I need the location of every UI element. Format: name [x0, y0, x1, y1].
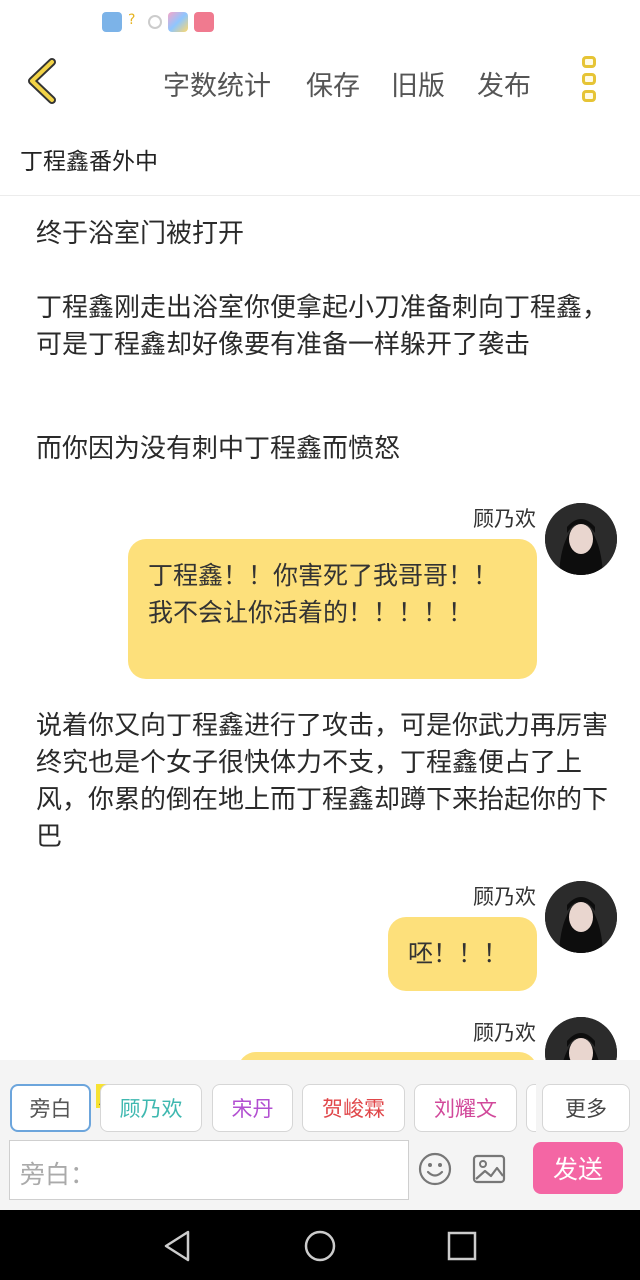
send-button[interactable]: 发送 [533, 1142, 623, 1194]
role-chip-narration[interactable]: 旁白 [10, 1084, 91, 1132]
nav-recents-icon[interactable] [444, 1228, 480, 1264]
avatar[interactable] [545, 1017, 617, 1060]
narration-paragraph[interactable]: 终于浴室门被打开 [36, 216, 616, 253]
nav-home-icon[interactable] [302, 1228, 338, 1264]
role-chip-label: 旁白 [29, 1097, 72, 1121]
role-chip-song-dan[interactable]: 宋丹 [212, 1084, 293, 1132]
system-navigation-bar [0, 1210, 640, 1280]
speaker-name: 顾乃欢 [473, 507, 536, 531]
role-chip-he-junlin[interactable]: 贺峻霖 [302, 1084, 405, 1132]
story-title-bar[interactable]: 丁程鑫番外中 [0, 124, 640, 196]
narration-paragraph[interactable]: 丁程鑫刚走出浴室你便拿起小刀准备刺向丁程鑫，可是丁程鑫却好像要有准备一样躲开了袭… [36, 290, 616, 364]
avatar[interactable] [545, 881, 617, 953]
back-chevron-icon[interactable] [22, 56, 66, 106]
save-button[interactable]: 保存 [306, 64, 360, 103]
speaker-name: 顾乃欢 [473, 1021, 536, 1045]
publish-button[interactable]: 发布 [477, 64, 531, 103]
role-chip-liu-yaowen[interactable]: 刘耀文 [414, 1084, 517, 1132]
word-count-button[interactable]: 字数统计 [163, 64, 271, 103]
message-input[interactable]: 旁白： [9, 1140, 409, 1200]
speaker-name: 顾乃欢 [473, 885, 536, 909]
avatar[interactable] [545, 503, 617, 575]
shield-app-icon [102, 12, 122, 32]
story-content[interactable]: 终于浴室门被打开 丁程鑫刚走出浴室你便拿起小刀准备刺向丁程鑫，可是丁程鑫却好像要… [0, 196, 640, 1060]
status-bar: ? [0, 0, 640, 44]
tip-icon: ? [128, 12, 136, 28]
message-input-placeholder: 旁白： [20, 1160, 96, 1189]
heart-app-icon [194, 12, 214, 32]
composer-panel: 旁白 主 顾乃欢 宋丹 贺峻霖 刘耀文 更多 旁白： 发送 [0, 1060, 640, 1210]
role-chip-partial[interactable] [526, 1084, 536, 1132]
image-icon[interactable] [472, 1154, 506, 1184]
old-version-button[interactable]: 旧版 [391, 64, 445, 103]
role-chip-label: 顾乃欢 [119, 1097, 183, 1121]
narration-paragraph[interactable]: 而你因为没有刺中丁程鑫而愤怒 [36, 431, 616, 468]
more-roles-button[interactable]: 更多 [542, 1084, 630, 1132]
narration-paragraph[interactable]: 说着你又向丁程鑫进行了攻击，可是你武力再厉害终究也是个女子很快体力不支，丁程鑫便… [36, 708, 616, 856]
emoji-icon[interactable] [418, 1152, 452, 1186]
role-chip-label: 刘耀文 [434, 1097, 497, 1121]
more-options-icon[interactable] [578, 56, 600, 106]
story-title: 丁程鑫番外中 [20, 149, 158, 175]
role-chip-label: 宋丹 [231, 1097, 274, 1121]
role-chip-label: 贺峻霖 [322, 1097, 385, 1121]
role-chip-gu-naihuan[interactable]: 顾乃欢 [100, 1084, 202, 1132]
message-bubble[interactable] [238, 1052, 537, 1060]
nav-back-icon[interactable] [160, 1228, 196, 1264]
message-bubble[interactable]: 丁程鑫！！你害死了我哥哥！！我不会让你活着的！！！！！ [128, 539, 537, 679]
sync-icon [148, 15, 162, 29]
top-toolbar: 字数统计 保存 旧版 发布 [0, 44, 640, 124]
palette-app-icon [168, 12, 188, 32]
message-bubble[interactable]: 呸！！！ [388, 917, 537, 991]
more-roles-label: 更多 [565, 1097, 607, 1121]
